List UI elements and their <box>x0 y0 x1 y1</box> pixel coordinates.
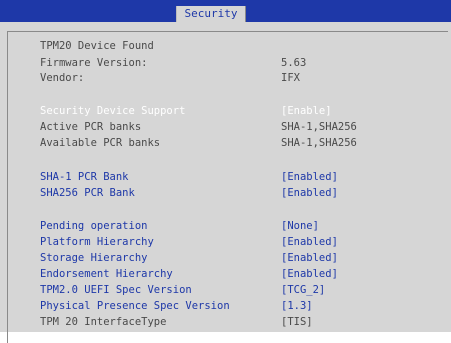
sha1-pcr-bank-value[interactable]: [Enabled] <box>281 170 338 185</box>
endorsement-hierarchy-value[interactable]: [Enabled] <box>281 267 338 282</box>
storage-hierarchy-value[interactable]: [Enabled] <box>281 251 338 266</box>
uefi-spec-version-label[interactable]: TPM2.0 UEFI Spec Version <box>40 283 192 298</box>
sha256-pcr-bank-label[interactable]: SHA256 PCR Bank <box>40 186 135 201</box>
endorsement-hierarchy-label[interactable]: Endorsement Hierarchy <box>40 267 173 282</box>
tpm20-interface-type-value: [TIS] <box>281 316 313 328</box>
vendor-value: IFX <box>281 72 300 84</box>
pending-operation-label[interactable]: Pending operation <box>40 219 147 234</box>
sha1-pcr-bank-label[interactable]: SHA-1 PCR Bank <box>40 170 129 185</box>
uefi-spec-version-value[interactable]: [TCG_2] <box>281 283 325 298</box>
security-device-support-label[interactable]: Security Device Support <box>40 104 185 119</box>
main-panel: TPM20 Device Found Firmware Version: 5.6… <box>0 22 451 343</box>
physical-presence-spec-value[interactable]: [1.3] <box>281 299 313 314</box>
sha256-pcr-bank-value[interactable]: [Enabled] <box>281 186 338 201</box>
tpm-device-found-label: TPM20 Device Found <box>40 40 154 52</box>
physical-presence-spec-label[interactable]: Physical Presence Spec Version <box>40 299 230 314</box>
available-pcr-banks-value: SHA-1,SHA256 <box>281 137 357 149</box>
available-pcr-banks-label: Available PCR banks <box>40 137 161 149</box>
top-menu-bar: Security <box>0 0 451 22</box>
active-pcr-banks-label: Active PCR banks <box>40 121 142 133</box>
active-pcr-banks-value: SHA-1,SHA256 <box>281 121 357 133</box>
tpm20-interface-type-label: TPM 20 InterfaceType <box>40 316 167 328</box>
firmware-version-label: Firmware Version: <box>40 57 148 69</box>
pending-operation-value[interactable]: [None] <box>281 219 319 234</box>
vendor-label: Vendor: <box>40 72 85 84</box>
platform-hierarchy-value[interactable]: [Enabled] <box>281 235 338 250</box>
storage-hierarchy-label[interactable]: Storage Hierarchy <box>40 251 147 266</box>
platform-hierarchy-label[interactable]: Platform Hierarchy <box>40 235 154 250</box>
firmware-version-value: 5.63 <box>281 57 307 69</box>
security-device-support-value[interactable]: [Enable] <box>281 104 332 119</box>
tab-security[interactable]: Security <box>176 6 246 22</box>
